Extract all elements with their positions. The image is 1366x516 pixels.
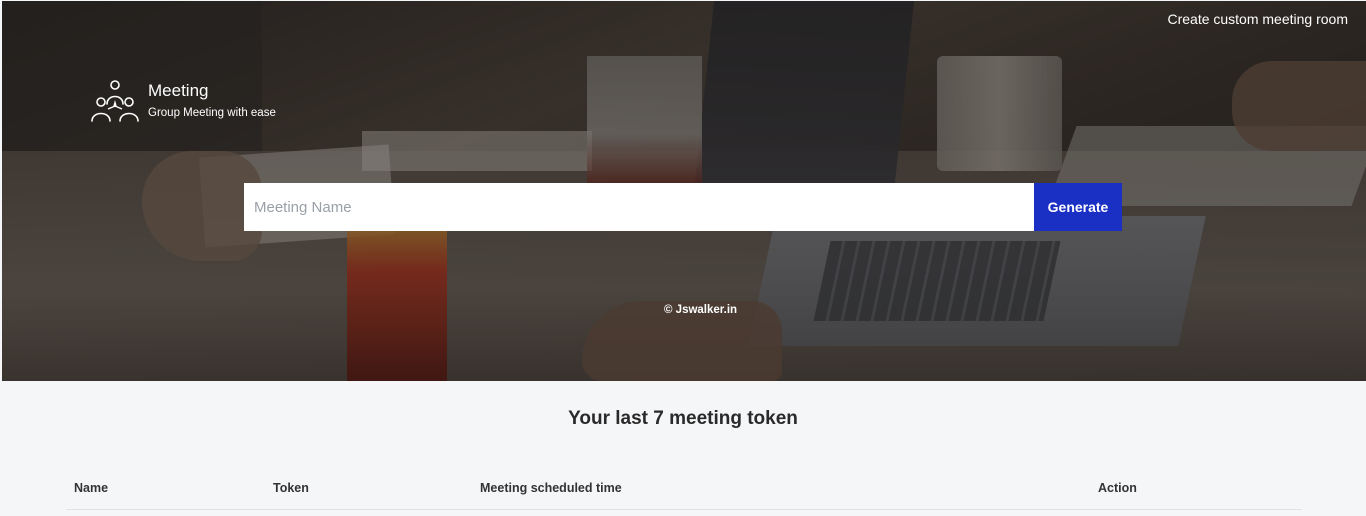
brand: Meeting Group Meeting with ease [90, 78, 276, 124]
column-header-action: Action [1098, 481, 1137, 495]
column-header-name: Name [74, 481, 109, 495]
token-history-section: Your last 7 meeting token Name Token Mee… [0, 381, 1366, 516]
section-title: Your last 7 meeting token [568, 408, 798, 429]
meeting-form: Generate [244, 183, 1122, 231]
photo-credit: © Jswalker.in [664, 304, 738, 316]
create-custom-room-link[interactable]: Create custom meeting room [1167, 11, 1348, 27]
table-header: Name Token Meeting scheduled time Action [66, 475, 1302, 510]
group-people-icon [91, 80, 139, 122]
brand-subtitle: Group Meeting with ease [148, 107, 276, 119]
column-header-token: Token [273, 481, 309, 495]
column-header-scheduled-time: Meeting scheduled time [480, 481, 622, 495]
meeting-name-input[interactable] [244, 183, 1034, 231]
generate-button[interactable]: Generate [1034, 183, 1122, 231]
brand-title: Meeting [148, 81, 209, 100]
